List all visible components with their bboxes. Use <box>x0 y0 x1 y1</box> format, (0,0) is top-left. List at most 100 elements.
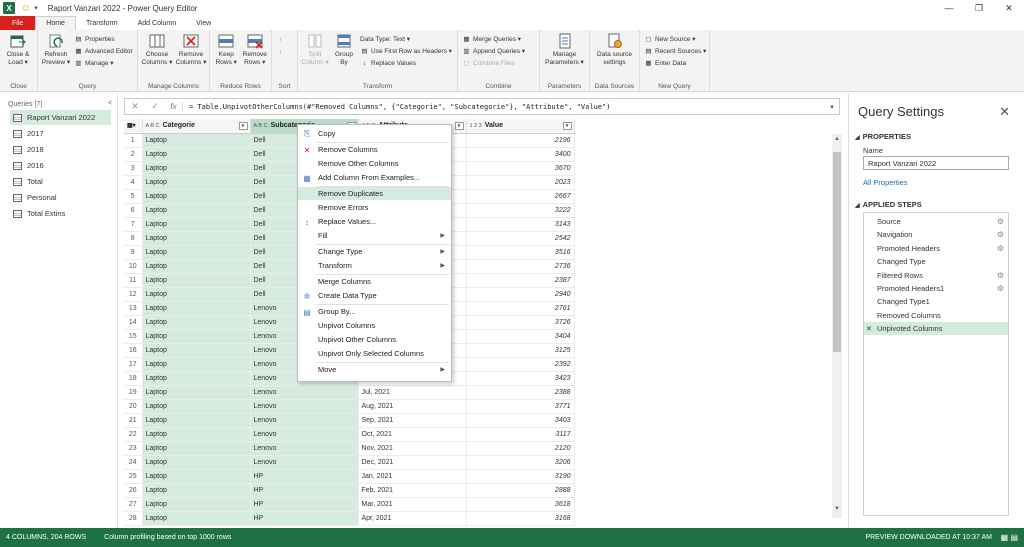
query-item[interactable]: Raport Vanzari 2022 <box>10 110 111 125</box>
table-cell[interactable]: Lenovo <box>250 385 359 400</box>
first-row-headers-button[interactable]: ▤ Use First Row as Headers ▾ <box>360 46 452 56</box>
table-cell[interactable]: 3168 <box>466 511 575 526</box>
tab-home[interactable]: Home <box>35 16 76 30</box>
menu-item[interactable]: Change Type ▶ <box>298 245 451 258</box>
table-cell[interactable]: Jul, 2021 <box>358 385 467 400</box>
table-cell[interactable]: 3125 <box>466 343 575 358</box>
table-cell[interactable]: 2387 <box>466 273 575 288</box>
data-type-dropdown[interactable]: Data Type: Text ▾ <box>360 34 452 44</box>
remove-columns-button[interactable]: Remove Columns ▾ <box>176 32 206 67</box>
scroll-thumb[interactable] <box>833 152 841 352</box>
split-column-button[interactable]: Split Column ▾ <box>301 32 329 67</box>
minimize-icon[interactable]: — <box>934 0 964 16</box>
tab-add-column[interactable]: Add Column <box>128 16 187 30</box>
table-cell[interactable]: Lenovo <box>250 441 359 456</box>
tab-transform[interactable]: Transform <box>76 16 128 30</box>
table-cell[interactable]: Dec, 2021 <box>358 455 467 470</box>
table-cell[interactable]: Laptop <box>142 245 251 260</box>
query-item[interactable]: Total Extins <box>10 206 111 221</box>
table-cell[interactable]: Sep, 2021 <box>358 413 467 428</box>
table-cell[interactable]: Laptop <box>142 483 251 498</box>
quick-access-dropdown-icon[interactable]: ▾ <box>34 4 38 12</box>
table-cell[interactable]: Laptop <box>142 469 251 484</box>
view-toggle-icons[interactable]: ▦ ▤ <box>1001 533 1018 542</box>
menu-item[interactable]: Unpivot Only Selected Columns <box>298 347 451 360</box>
menu-item[interactable]: ↕ Replace Values... <box>298 215 451 228</box>
combine-files-button[interactable]: ▢ Combine Files <box>462 58 525 68</box>
table-cell[interactable]: Feb, 2021 <box>358 483 467 498</box>
gear-icon[interactable]: ⚙ <box>997 230 1004 239</box>
menu-item[interactable]: Transform ▶ <box>298 259 451 272</box>
table-cell[interactable]: 2196 <box>466 133 575 148</box>
applied-step[interactable]: Filtered Rows ⚙ <box>864 269 1008 282</box>
table-cell[interactable]: Laptop <box>142 147 251 162</box>
table-cell[interactable]: 2023 <box>466 175 575 190</box>
query-item[interactable]: Personal <box>10 190 111 205</box>
table-row[interactable]: 27 Laptop HP Mar, 2021 3618 <box>124 497 575 512</box>
smiley-feedback-icon[interactable]: ☺ <box>21 3 31 14</box>
table-cell[interactable]: Laptop <box>142 259 251 274</box>
column-type-icon[interactable]: A B C <box>254 123 268 129</box>
table-cell[interactable]: 3404 <box>466 329 575 344</box>
table-cell[interactable]: 2388 <box>466 385 575 400</box>
replace-values-button[interactable]: ↕ Replace Values <box>360 58 452 68</box>
table-cell[interactable]: HP <box>250 483 359 498</box>
table-cell[interactable]: 3516 <box>466 245 575 260</box>
table-cell[interactable]: Laptop <box>142 441 251 456</box>
applied-step[interactable]: Promoted Headers1 ⚙ <box>864 282 1008 295</box>
table-cell[interactable]: 2542 <box>466 231 575 246</box>
restore-icon[interactable]: ❐ <box>964 0 994 16</box>
scroll-up-icon[interactable]: ▲ <box>832 136 842 146</box>
formula-expand-icon[interactable]: ▾ <box>825 103 839 111</box>
menu-item[interactable]: Remove Errors <box>298 201 451 214</box>
menu-item[interactable]: ✲ Create Data Type <box>298 289 451 302</box>
table-row[interactable]: 19 Laptop Lenovo Jul, 2021 2388 <box>124 385 575 400</box>
remove-rows-button[interactable]: Remove Rows ▾ <box>243 32 268 67</box>
table-cell[interactable]: HP <box>250 469 359 484</box>
menu-item[interactable]: ▤ Group By... <box>298 305 451 318</box>
column-type-icon[interactable]: A B C <box>146 123 160 129</box>
sort-descending-button[interactable]: ↓ <box>276 46 285 56</box>
table-cell[interactable]: HP <box>250 497 359 512</box>
column-filter-icon[interactable]: ▾ <box>562 122 572 130</box>
manage-button[interactable]: ▥ Manage ▾ <box>74 58 133 68</box>
table-cell[interactable]: Laptop <box>142 371 251 386</box>
table-cell[interactable]: Laptop <box>142 203 251 218</box>
fx-icon[interactable]: fx <box>165 102 183 111</box>
gear-icon[interactable]: ⚙ <box>997 217 1004 226</box>
table-row[interactable]: 24 Laptop Lenovo Dec, 2021 3206 <box>124 455 575 470</box>
menu-item[interactable]: Merge Columns <box>298 275 451 288</box>
column-filter-icon[interactable]: ▾ <box>238 122 248 130</box>
table-row[interactable]: 23 Laptop Lenovo Nov, 2021 2120 <box>124 441 575 456</box>
table-cell[interactable]: 2667 <box>466 189 575 204</box>
menu-item[interactable]: Unpivot Other Columns <box>298 333 451 346</box>
table-cell[interactable]: Laptop <box>142 231 251 246</box>
table-row[interactable]: 21 Laptop Lenovo Sep, 2021 3403 <box>124 413 575 428</box>
table-cell[interactable]: Lenovo <box>250 413 359 428</box>
table-cell[interactable]: Laptop <box>142 399 251 414</box>
all-properties-link[interactable]: All Properties <box>863 178 908 187</box>
new-source-button[interactable]: ▢ New Source ▾ <box>644 34 706 44</box>
table-cell[interactable]: Laptop <box>142 273 251 288</box>
table-cell[interactable]: 3190 <box>466 469 575 484</box>
table-cell[interactable]: Apr, 2021 <box>358 511 467 526</box>
menu-item[interactable]: Unpivot Columns <box>298 319 451 332</box>
applied-step[interactable]: Changed Type <box>864 255 1008 268</box>
table-cell[interactable]: 3423 <box>466 371 575 386</box>
table-cell[interactable]: Laptop <box>142 217 251 232</box>
applied-step[interactable]: Promoted Headers ⚙ <box>864 242 1008 255</box>
recent-sources-button[interactable]: ▤ Recent Sources ▾ <box>644 46 706 56</box>
advanced-editor-button[interactable]: ▦ Advanced Editor <box>74 46 132 56</box>
table-cell[interactable]: Laptop <box>142 301 251 316</box>
keep-rows-button[interactable]: Keep Rows ▾ <box>214 32 239 67</box>
group-by-button[interactable]: Group By <box>332 32 356 67</box>
table-row[interactable]: 25 Laptop HP Jan, 2021 3190 <box>124 469 575 484</box>
table-cell[interactable]: Lenovo <box>250 455 359 470</box>
table-cell[interactable]: 2736 <box>466 259 575 274</box>
column-type-icon[interactable]: 1 2 3 <box>470 123 482 129</box>
table-cell[interactable]: Mar, 2021 <box>358 497 467 512</box>
table-cell[interactable]: 3403 <box>466 413 575 428</box>
table-cell[interactable]: 3618 <box>466 497 575 512</box>
gear-icon[interactable]: ⚙ <box>997 271 1004 280</box>
tab-file[interactable]: File <box>0 16 36 30</box>
